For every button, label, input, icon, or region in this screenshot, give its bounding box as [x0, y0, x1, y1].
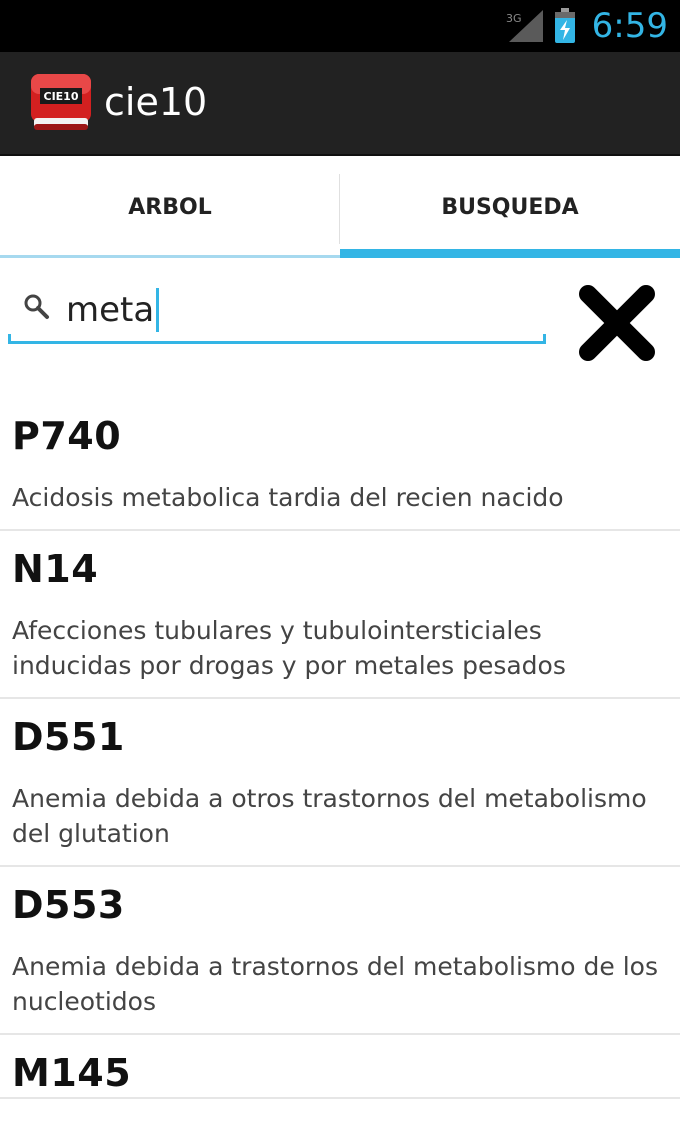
action-bar: CIE10 cie10 [0, 52, 680, 156]
search-underline-left [8, 334, 11, 344]
list-item[interactable]: D551 Anemia debida a otros trastornos de… [0, 699, 680, 867]
list-item[interactable]: P740 Acidosis metabolica tardia del reci… [0, 398, 680, 531]
search-area [0, 258, 680, 388]
item-description: Afecciones tubulares y tubulointersticia… [12, 616, 566, 680]
clear-search-button[interactable] [572, 278, 662, 368]
search-input[interactable] [66, 282, 536, 338]
close-icon [579, 285, 655, 361]
battery-icon [555, 8, 575, 43]
tab-bar: ARBOL BUSQUEDA [0, 156, 680, 258]
tab-arbol-label: ARBOL [128, 195, 212, 220]
app-title: cie10 [104, 80, 208, 124]
app-logo-icon[interactable]: CIE10 [28, 68, 94, 134]
item-code: M145 [12, 1051, 132, 1095]
svg-text:3G: 3G [506, 12, 522, 25]
tab-busqueda-label: BUSQUEDA [441, 195, 579, 220]
list-item[interactable]: N14 Afecciones tubulares y tubulointerst… [0, 531, 680, 699]
item-code: D553 [12, 883, 125, 927]
search-icon [24, 294, 49, 319]
svg-text:CIE10: CIE10 [44, 90, 79, 103]
status-clock: 6:59 [591, 6, 668, 46]
status-bar: 3G 6:59 [0, 0, 680, 52]
signal-icon: 3G [506, 10, 543, 42]
item-description: Acidosis metabolica tardia del recien na… [12, 483, 564, 512]
item-code: D551 [12, 715, 125, 759]
tab-arbol[interactable]: ARBOL [0, 156, 340, 258]
item-description: Anemia debida a otros trastornos del met… [12, 784, 647, 848]
search-underline [8, 341, 546, 344]
text-cursor [156, 288, 160, 332]
item-code: P740 [12, 414, 122, 458]
tab-busqueda-indicator [340, 249, 680, 258]
search-underline-right [543, 334, 546, 344]
search-field[interactable] [8, 280, 546, 344]
list-item[interactable]: M145 [0, 1035, 680, 1099]
item-code: N14 [12, 547, 99, 591]
item-description: Anemia debida a trastornos del metabolis… [12, 952, 658, 1016]
tab-busqueda[interactable]: BUSQUEDA [340, 156, 680, 258]
list-item[interactable]: D553 Anemia debida a trastornos del meta… [0, 867, 680, 1035]
results-list: P740 Acidosis metabolica tardia del reci… [0, 398, 680, 1099]
